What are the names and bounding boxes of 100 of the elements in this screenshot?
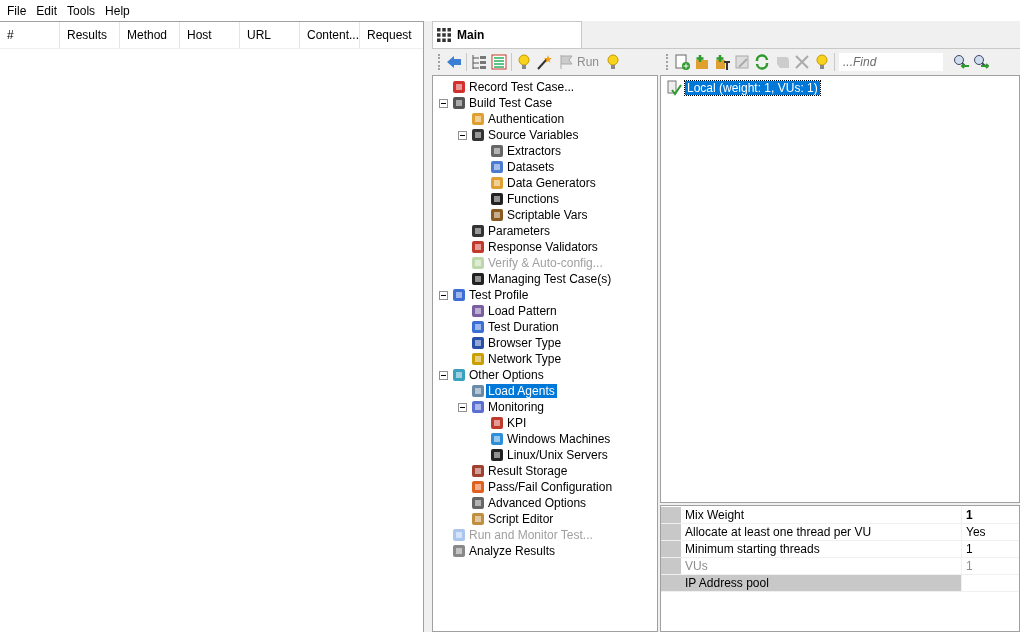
main-tab[interactable]: Main (432, 21, 582, 48)
find-next-icon[interactable] (973, 54, 989, 70)
tree-item[interactable]: Pass/Fail Configuration (486, 480, 615, 494)
node-icon (451, 367, 467, 383)
tree-item[interactable]: Test Duration (486, 320, 561, 334)
flag-icon (558, 54, 574, 70)
node-icon (451, 287, 467, 303)
tree-item[interactable]: Load Agents (486, 384, 557, 398)
row-header (661, 507, 681, 523)
collapse-toggle[interactable] (458, 130, 467, 140)
magic-wand-icon[interactable] (536, 54, 552, 70)
tree-item[interactable]: Managing Test Case(s) (486, 272, 614, 286)
tree-item[interactable]: Extractors (505, 144, 563, 158)
node-icon (470, 479, 486, 495)
node-icon (470, 303, 486, 319)
column-header[interactable]: URL (240, 22, 300, 48)
column-header[interactable]: # (0, 22, 60, 48)
refresh-icon[interactable] (754, 54, 770, 70)
collapse-toggle[interactable] (439, 370, 448, 380)
collapse-toggle[interactable] (439, 98, 448, 108)
lightbulb-icon[interactable] (814, 54, 830, 70)
menu-item[interactable]: Edit (31, 3, 63, 18)
column-header[interactable]: Method (120, 22, 180, 48)
tree-item[interactable]: Linux/Unix Servers (505, 448, 610, 462)
agent-item[interactable]: Local (weight: 1, VUs: 1) (685, 81, 820, 95)
node-icon (470, 351, 486, 367)
tree-item[interactable]: Datasets (505, 160, 557, 174)
row-header (661, 558, 681, 574)
node-icon (489, 191, 505, 207)
tree-item[interactable]: Result Storage (486, 464, 570, 478)
node-icon (470, 319, 486, 335)
node-icon (470, 271, 486, 287)
column-header[interactable]: Content... (300, 22, 360, 48)
tree-item[interactable]: Windows Machines (505, 432, 613, 446)
collapse-toggle[interactable] (439, 290, 448, 300)
tree-item[interactable]: Other Options (467, 368, 546, 382)
grid-icon (437, 28, 451, 42)
tree-item[interactable]: Scriptable Vars (505, 208, 590, 222)
node-icon (451, 79, 467, 95)
tree-item[interactable]: Test Profile (467, 288, 531, 302)
node-icon (451, 543, 467, 559)
menu-item[interactable]: File (2, 3, 32, 18)
node-icon (470, 255, 486, 271)
tree-item[interactable]: Load Pattern (486, 304, 559, 318)
node-icon (470, 335, 486, 351)
tree-item[interactable]: KPI (505, 416, 529, 430)
property-value[interactable]: 1 (962, 507, 1019, 523)
column-header[interactable]: Request (360, 22, 420, 48)
column-header[interactable]: Host (180, 22, 240, 48)
node-icon (470, 463, 486, 479)
menu-item[interactable]: Tools (62, 3, 101, 18)
node-icon (470, 383, 486, 399)
tree-item[interactable]: Record Test Case... (467, 80, 577, 94)
tree-item[interactable]: Network Type (486, 352, 564, 366)
node-icon (489, 143, 505, 159)
node-icon (451, 527, 467, 543)
menu-item[interactable]: Help (100, 3, 135, 18)
tree-item[interactable]: Source Variables (486, 128, 581, 142)
node-icon (470, 111, 486, 127)
tree-item[interactable]: Analyze Results (467, 544, 558, 558)
column-header[interactable]: Results (60, 22, 120, 48)
row-header (661, 524, 681, 540)
property-name[interactable]: Mix Weight (681, 507, 962, 523)
node-icon (489, 159, 505, 175)
tree-item[interactable]: Parameters (486, 224, 553, 238)
node-icon (470, 399, 486, 415)
node-icon (489, 207, 505, 223)
node-icon (451, 95, 467, 111)
add-box-icon[interactable] (714, 54, 730, 70)
close-icon[interactable] (794, 54, 810, 70)
tree-item[interactable]: Functions (505, 192, 562, 206)
node-icon (489, 447, 505, 463)
collapse-toggle[interactable] (458, 402, 467, 412)
back-arrow-icon[interactable] (446, 54, 462, 70)
find-field[interactable]: ...Find (839, 53, 943, 71)
lightbulb-icon[interactable] (605, 54, 621, 70)
tree-item[interactable]: Monitoring (486, 400, 547, 414)
tree-item[interactable]: Data Generators (505, 176, 598, 190)
agent-check-icon (665, 80, 683, 96)
list-view-icon[interactable] (491, 54, 507, 70)
tree-item[interactable]: Advanced Options (486, 496, 589, 510)
node-icon (470, 239, 486, 255)
property-name[interactable]: Minimum starting threads (681, 541, 962, 557)
property-name[interactable]: IP Address pool (681, 575, 962, 591)
tree-item[interactable]: Script Editor (486, 512, 556, 526)
tree-item[interactable]: Response Validators (486, 240, 600, 254)
find-previous-icon[interactable] (953, 54, 969, 70)
property-value[interactable]: Yes (962, 524, 1019, 540)
tree-item[interactable]: Authentication (486, 112, 567, 126)
tree-view-icon[interactable] (471, 54, 487, 70)
property-name[interactable]: Allocate at least one thread per VU (681, 524, 962, 540)
row-header (661, 575, 681, 591)
node-icon (470, 495, 486, 511)
tree-item[interactable]: Build Test Case (467, 96, 555, 110)
row-header (661, 541, 681, 557)
node-icon (489, 415, 505, 431)
add-document-icon[interactable] (674, 54, 690, 70)
property-value[interactable]: 1 (962, 541, 1019, 557)
tree-item[interactable]: Browser Type (486, 336, 564, 350)
node-icon (470, 223, 486, 239)
